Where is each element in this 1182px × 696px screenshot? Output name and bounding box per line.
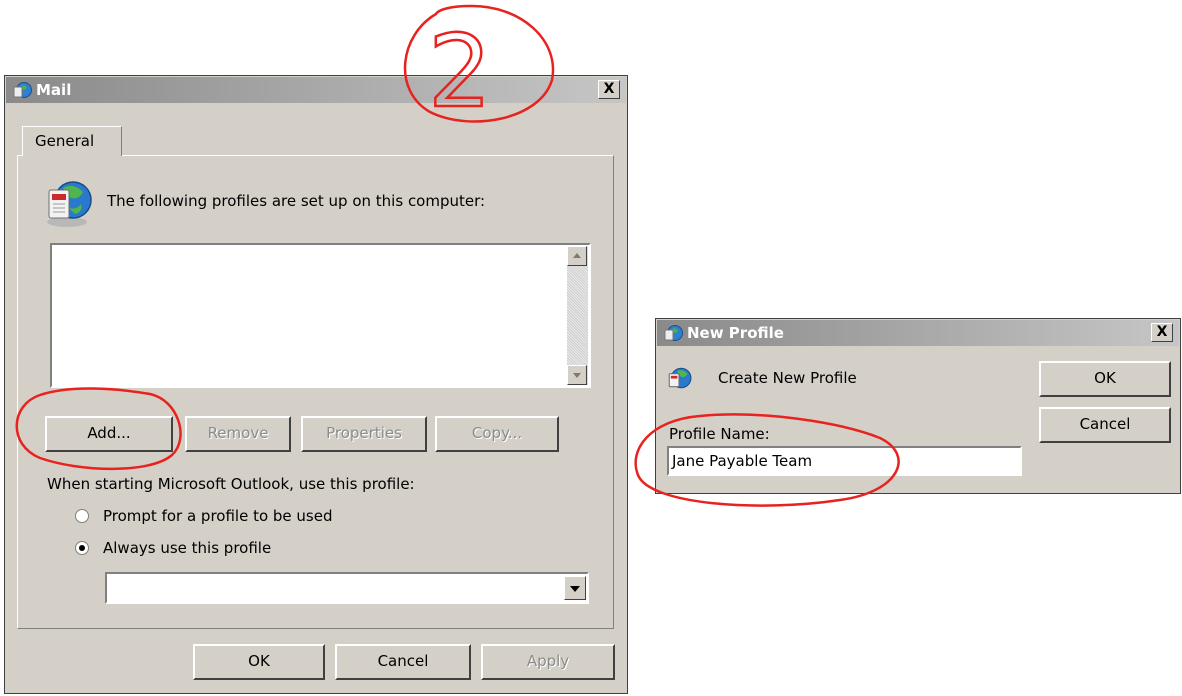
- radio-prompt-label[interactable]: Prompt for a profile to be used: [103, 507, 333, 525]
- new-profile-cancel-button[interactable]: Cancel: [1039, 407, 1171, 443]
- profile-name-value: Jane Payable Team: [672, 452, 813, 470]
- copy-button[interactable]: Copy...: [435, 416, 559, 452]
- new-profile-close-button[interactable]: X: [1151, 323, 1173, 342]
- new-profile-dialog: New Profile X Create New Profile OK Canc…: [655, 318, 1181, 494]
- create-profile-heading: Create New Profile: [718, 369, 857, 387]
- arrow-down-icon: [573, 373, 581, 378]
- profiles-list-scrollbar[interactable]: [567, 246, 588, 385]
- radio-prompt-profile[interactable]: [75, 509, 89, 523]
- new-profile-titlebar[interactable]: New Profile X: [657, 320, 1179, 346]
- remove-button[interactable]: Remove: [185, 416, 291, 452]
- profiles-caption: The following profiles are set up on thi…: [107, 192, 486, 210]
- startup-caption: When starting Microsoft Outlook, use thi…: [47, 475, 415, 493]
- new-profile-ok-button[interactable]: OK: [1039, 361, 1171, 397]
- profile-select-dropdown-button[interactable]: [564, 576, 586, 600]
- profile-select[interactable]: [105, 572, 589, 604]
- mail-close-button[interactable]: X: [598, 80, 620, 99]
- mail-app-icon: [13, 82, 32, 98]
- add-button[interactable]: Add...: [45, 416, 173, 452]
- mail-dialog: Mail X General The following profiles ar…: [4, 75, 628, 694]
- scroll-down-button[interactable]: [567, 365, 587, 385]
- mail-apply-button[interactable]: Apply: [481, 644, 615, 680]
- chevron-down-icon: [570, 586, 580, 592]
- profile-name-input[interactable]: Jane Payable Team: [667, 446, 1022, 476]
- new-profile-app-icon: [664, 325, 683, 341]
- arrow-up-icon: [573, 253, 581, 258]
- mail-title: Mail: [36, 81, 72, 99]
- scroll-up-button[interactable]: [567, 246, 587, 266]
- profiles-globe-icon: [47, 181, 92, 227]
- create-profile-icon: [668, 367, 692, 389]
- profile-name-label: Profile Name:: [669, 425, 770, 443]
- profiles-list[interactable]: [50, 243, 591, 388]
- mail-cancel-button[interactable]: Cancel: [335, 644, 471, 680]
- tab-general-label: General: [35, 132, 95, 150]
- mail-ok-button[interactable]: OK: [193, 644, 325, 680]
- general-tab-panel: [17, 155, 614, 629]
- tab-general[interactable]: General: [22, 126, 122, 156]
- new-profile-title: New Profile: [687, 324, 784, 342]
- mail-titlebar[interactable]: Mail X: [6, 77, 626, 103]
- radio-always-profile[interactable]: [75, 541, 89, 555]
- properties-button[interactable]: Properties: [301, 416, 427, 452]
- radio-always-label[interactable]: Always use this profile: [103, 539, 271, 557]
